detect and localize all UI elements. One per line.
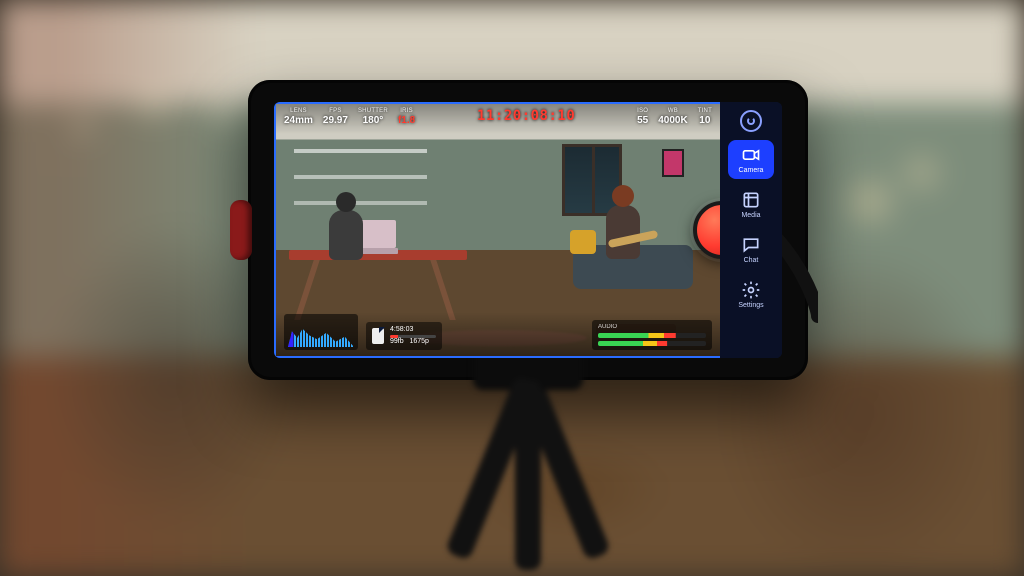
camera-icon [741, 145, 761, 165]
sd-card-icon [372, 328, 384, 344]
hud-bottom-bar: 4:58:03 99fb 1675p AUDIO [276, 312, 720, 356]
right-sidebar: Camera Media Chat Settings [720, 102, 782, 358]
sidebar-item-label: Media [741, 212, 760, 219]
hud-fps-label: FPS [329, 108, 341, 115]
hud-wb-label: WB [668, 108, 678, 115]
hud-lens[interactable]: LENS 24mm [284, 108, 313, 126]
hud-fps[interactable]: FPS 29.97 [323, 108, 348, 126]
chat-icon [741, 235, 761, 255]
hud-shutter-value: 180° [363, 115, 384, 127]
device-screen: LENS 24mm FPS 29.97 SHUTTER 180° IRIS f1… [274, 102, 782, 358]
mode-toggle-icon[interactable] [740, 110, 762, 132]
sidebar-item-chat[interactable]: Chat [728, 230, 774, 269]
audio-meters[interactable]: AUDIO [592, 320, 712, 350]
storage-codec: 1675p [409, 338, 428, 345]
hud-shutter-label: SHUTTER [358, 108, 388, 115]
hud-wb-value: 4000K [658, 115, 687, 127]
hud-iso[interactable]: ISO 55 [637, 108, 648, 126]
audio-meter-ch1 [598, 333, 706, 338]
timecode-readout: 11:20:08:10 [477, 108, 575, 124]
sidebar-item-label: Camera [739, 167, 764, 174]
storage-fps-line: 99fb [390, 338, 404, 345]
hud-iris-value: f1.8 [398, 115, 415, 127]
hud-tint-value: 10 [699, 115, 710, 127]
hud-iso-value: 55 [637, 115, 648, 127]
audio-meter-ch2 [598, 341, 706, 346]
sidebar-item-settings[interactable]: Settings [728, 275, 774, 314]
hud-lens-label: LENS [290, 108, 307, 115]
histogram-scope[interactable] [284, 314, 358, 350]
sidebar-item-camera[interactable]: Camera [728, 140, 774, 179]
hud-wb[interactable]: WB 4000K [658, 108, 687, 126]
hud-tint[interactable]: TINT 10 [698, 108, 712, 126]
storage-remaining: 4:58:03 [390, 326, 436, 334]
sidebar-item-media[interactable]: Media [728, 185, 774, 224]
hud-lens-value: 24mm [284, 115, 313, 127]
sidebar-item-label: Settings [738, 302, 763, 309]
sidebar-item-label: Chat [744, 257, 759, 264]
hud-iso-label: ISO [637, 108, 648, 115]
audio-label: AUDIO [598, 324, 706, 330]
gear-icon [741, 280, 761, 300]
hud-shutter[interactable]: SHUTTER 180° [358, 108, 388, 126]
camera-device-frame: LENS 24mm FPS 29.97 SHUTTER 180° IRIS f1… [248, 80, 808, 380]
storage-card-readout[interactable]: 4:58:03 99fb 1675p [366, 322, 442, 350]
hud-fps-value: 29.97 [323, 115, 348, 127]
tripod [418, 380, 638, 570]
hud-iris[interactable]: IRIS f1.8 [398, 108, 415, 126]
hud-top-bar: LENS 24mm FPS 29.97 SHUTTER 180° IRIS f1… [276, 104, 720, 134]
live-viewfinder[interactable]: LENS 24mm FPS 29.97 SHUTTER 180° IRIS f1… [274, 102, 720, 358]
hud-tint-label: TINT [698, 108, 712, 115]
media-icon [741, 190, 761, 210]
hud-iris-label: IRIS [400, 108, 413, 115]
